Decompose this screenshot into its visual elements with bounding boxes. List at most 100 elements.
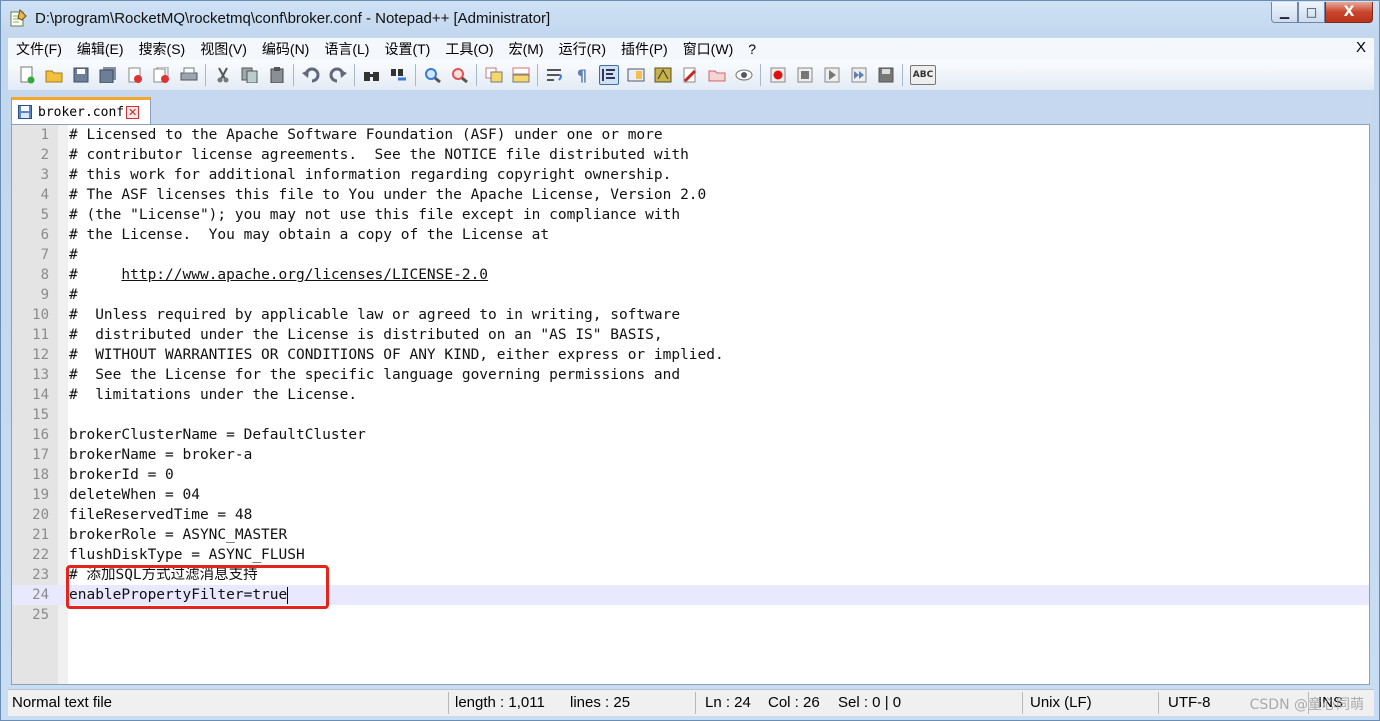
- line-text: flushDiskType = ASYNC_FLUSH: [69, 547, 305, 563]
- notepad-app-icon: [10, 9, 27, 27]
- play-macro-icon[interactable]: [822, 65, 842, 85]
- line-number: 2: [40, 147, 49, 163]
- doc-map-icon[interactable]: [626, 65, 646, 85]
- save-macro-icon[interactable]: [876, 65, 896, 85]
- close-document-button[interactable]: X: [1356, 39, 1366, 56]
- code-line[interactable]: 17 brokerName = broker-a: [12, 445, 1369, 465]
- toolbar: ¶ ABC: [8, 60, 1374, 90]
- code-line[interactable]: 14 # limitations under the License.: [12, 385, 1369, 405]
- line-number: 15: [32, 407, 49, 423]
- menu-file[interactable]: 文件(F): [8, 39, 69, 59]
- code-line[interactable]: 7 #: [12, 245, 1369, 265]
- cut-icon[interactable]: [213, 65, 233, 85]
- indent-guide-icon[interactable]: [599, 65, 619, 85]
- menu-view[interactable]: 视图(V): [192, 39, 254, 59]
- code-line[interactable]: 9 #: [12, 285, 1369, 305]
- code-line[interactable]: 12 # WITHOUT WARRANTIES OR CONDITIONS OF …: [12, 345, 1369, 365]
- minimize-icon: ▁: [1279, 5, 1290, 19]
- code-line[interactable]: 19 deleteWhen = 04: [12, 485, 1369, 505]
- sync-h-icon[interactable]: [511, 65, 531, 85]
- code-line[interactable]: 4 # The ASF licenses this file to You und…: [12, 185, 1369, 205]
- line-number: 7: [40, 247, 49, 263]
- code-line[interactable]: 16 brokerClusterName = DefaultCluster: [12, 425, 1369, 445]
- code-line[interactable]: 21 brokerRole = ASYNC_MASTER: [12, 525, 1369, 545]
- monitor-icon[interactable]: [707, 65, 727, 85]
- status-col: Col : 26: [768, 694, 820, 711]
- line-number: 8: [40, 267, 49, 283]
- code-line[interactable]: 13 # See the License for the specific lan…: [12, 365, 1369, 385]
- close-all-icon[interactable]: [152, 65, 172, 85]
- run-macro-multiple-icon[interactable]: [849, 65, 869, 85]
- code-line[interactable]: 1 # Licensed to the Apache Software Found…: [12, 125, 1369, 145]
- toolbar-separator: [476, 64, 477, 86]
- title-bar[interactable]: D:\program\RocketMQ\rocketmq\conf\broker…: [1, 1, 1379, 35]
- line-number: 23: [32, 567, 49, 583]
- code-line[interactable]: 8 # http://www.apache.org/licenses/LICENS…: [12, 265, 1369, 285]
- folder-workspace-icon[interactable]: [680, 65, 700, 85]
- record-macro-icon[interactable]: [768, 65, 788, 85]
- license-link[interactable]: http://www.apache.org/licenses/LICENSE-2…: [121, 267, 488, 283]
- line-text: deleteWhen = 04: [69, 487, 200, 503]
- code-line[interactable]: 6 # the License. You may obtain a copy of…: [12, 225, 1369, 245]
- show-all-chars-icon[interactable]: ¶: [572, 65, 592, 85]
- replace-icon[interactable]: [389, 65, 409, 85]
- code-line[interactable]: 22 flushDiskType = ASYNC_FLUSH: [12, 545, 1369, 565]
- menu-window[interactable]: 窗口(W): [675, 39, 741, 59]
- sync-v-icon[interactable]: [484, 65, 504, 85]
- tab-broker-conf[interactable]: broker.conf ✕: [11, 97, 151, 124]
- new-file-icon[interactable]: [17, 65, 37, 85]
- menu-plugins[interactable]: 插件(P): [613, 39, 675, 59]
- menu-search[interactable]: 搜索(S): [131, 39, 193, 59]
- code-line[interactable]: 20 fileReservedTime = 48: [12, 505, 1369, 525]
- line-number: 17: [32, 447, 49, 463]
- code-line[interactable]: 5 # (the "License"); you may not use this…: [12, 205, 1369, 225]
- maximize-button[interactable]: □: [1298, 2, 1325, 23]
- spellcheck-icon[interactable]: ABC: [910, 65, 936, 85]
- line-text: # the License. You may obtain a copy of …: [69, 227, 550, 243]
- menu-macro[interactable]: 宏(M): [501, 39, 551, 59]
- zoom-out-icon[interactable]: [450, 65, 470, 85]
- status-lines: lines : 25: [570, 694, 631, 711]
- close-icon[interactable]: [125, 65, 145, 85]
- menu-encoding[interactable]: 编码(N): [254, 39, 316, 59]
- stop-macro-icon[interactable]: [795, 65, 815, 85]
- line-number: 10: [32, 307, 49, 323]
- save-all-icon[interactable]: [98, 65, 118, 85]
- tab-close-icon[interactable]: ✕: [126, 105, 140, 119]
- close-window-button[interactable]: X: [1325, 2, 1373, 23]
- print-icon[interactable]: [179, 65, 199, 85]
- menu-settings[interactable]: 设置(T): [376, 39, 437, 59]
- line-number: 18: [32, 467, 49, 483]
- open-file-icon[interactable]: [44, 65, 64, 85]
- save-icon[interactable]: [71, 65, 91, 85]
- menu-tools[interactable]: 工具(O): [437, 39, 500, 59]
- paste-icon[interactable]: [267, 65, 287, 85]
- code-line[interactable]: 18 brokerId = 0: [12, 465, 1369, 485]
- menu-edit[interactable]: 编辑(E): [69, 39, 131, 59]
- toolbar-separator: [415, 64, 416, 86]
- text-editor[interactable]: 1 # Licensed to the Apache Software Found…: [11, 124, 1370, 685]
- code-line[interactable]: 15: [12, 405, 1369, 425]
- status-file-type: Normal text file: [12, 694, 113, 711]
- code-line[interactable]: 3 # this work for additional information …: [12, 165, 1369, 185]
- line-number: 24: [32, 587, 49, 603]
- code-line[interactable]: 2 # contributor license agreements. See t…: [12, 145, 1369, 165]
- function-list-icon[interactable]: [653, 65, 673, 85]
- menu-run[interactable]: 运行(R): [551, 39, 613, 59]
- minimize-button[interactable]: ▁: [1271, 2, 1298, 23]
- zoom-in-icon[interactable]: [423, 65, 443, 85]
- status-divider: [1158, 692, 1159, 714]
- undo-icon[interactable]: [301, 65, 321, 85]
- find-icon[interactable]: [362, 65, 382, 85]
- line-text: # contributor license agreements. See th…: [69, 147, 689, 163]
- code-line[interactable]: 10 # Unless required by applicable law or…: [12, 305, 1369, 325]
- menu-help[interactable]: ?: [740, 41, 763, 57]
- menu-language[interactable]: 语言(L): [316, 39, 376, 59]
- copy-icon[interactable]: [240, 65, 260, 85]
- wrap-icon[interactable]: [545, 65, 565, 85]
- eye-icon[interactable]: [734, 65, 754, 85]
- redo-icon[interactable]: [328, 65, 348, 85]
- line-text: # http://www.apache.org/licenses/LICENSE…: [69, 267, 489, 283]
- code-line[interactable]: 11 # distributed under the License is dis…: [12, 325, 1369, 345]
- line-number: 9: [40, 287, 49, 303]
